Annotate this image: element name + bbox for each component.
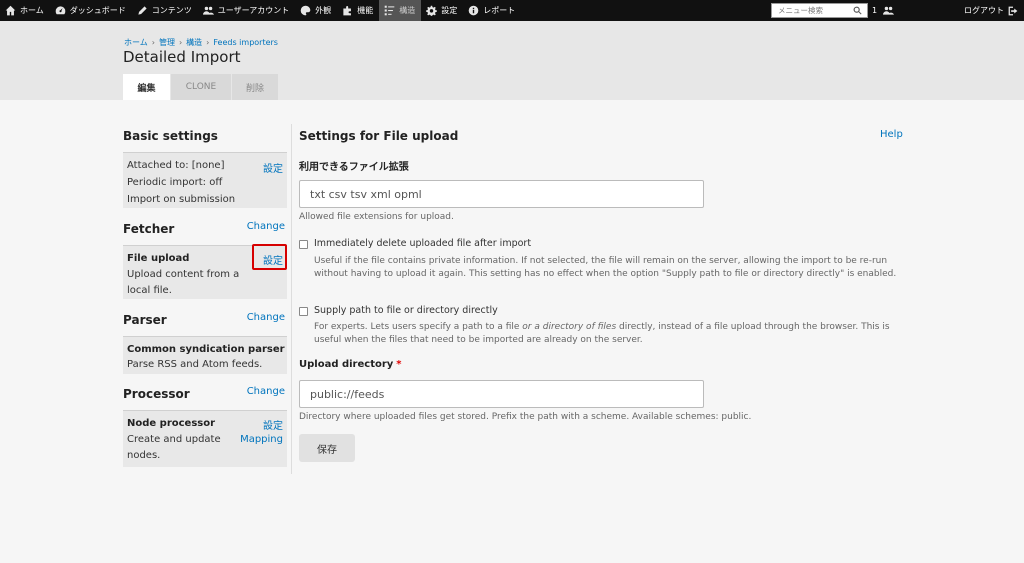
save-button[interactable]: 保存: [299, 434, 355, 462]
help-link[interactable]: Help: [880, 129, 903, 140]
toolbar-structure[interactable]: 構造: [379, 0, 422, 21]
breadcrumb-feeds-importers[interactable]: Feeds importers: [213, 38, 278, 47]
search-icon: [853, 6, 862, 15]
toolbar-reports[interactable]: レポート: [463, 0, 521, 21]
upload-directory-label: Upload directory *: [299, 359, 402, 370]
toolbar-config[interactable]: 設定: [421, 0, 463, 21]
admin-toolbar: ホーム ダッシュボード コンテンツ ユーザーアカウント 外観 機能 構造 設定 …: [0, 0, 1024, 21]
breadcrumb-separator: ›: [178, 38, 183, 47]
import-on-submission-text: Import on submission: [127, 194, 236, 205]
toolbar-content[interactable]: コンテンツ: [132, 0, 198, 21]
supply-path-checkbox[interactable]: [299, 307, 308, 316]
fetcher-change-link[interactable]: Change: [247, 221, 285, 232]
delete-after-import-checkbox[interactable]: [299, 240, 308, 249]
dashboard-icon: [55, 6, 66, 15]
toolbar-extend[interactable]: 機能: [337, 0, 379, 21]
breadcrumb-home[interactable]: ホーム: [124, 37, 148, 48]
fetcher-desc-line-1: Upload content from a: [127, 269, 240, 280]
basic-settings-box: Attached to: [none] Periodic import: off…: [123, 152, 287, 208]
gear-icon: [426, 5, 438, 16]
processor-title: Processor: [123, 387, 190, 401]
breadcrumb-structure[interactable]: 構造: [186, 37, 202, 48]
delete-after-import-label[interactable]: Immediately delete uploaded file after i…: [314, 238, 531, 249]
toolbar-appearance[interactable]: 外観: [295, 0, 337, 21]
processor-box: Node processor Create and update nodes. …: [123, 410, 287, 467]
primary-tabs: 編集 CLONE 削除: [123, 74, 279, 100]
toolbar-home[interactable]: ホーム: [0, 0, 50, 21]
upload-directory-description: Directory where uploaded files get store…: [299, 412, 752, 422]
fetcher-desc-line-2: local file.: [127, 285, 172, 296]
tab-delete[interactable]: 削除: [232, 74, 278, 100]
toolbar-users[interactable]: ユーザーアカウント: [198, 0, 296, 21]
extensions-label: 利用できるファイル拡張: [299, 162, 409, 173]
breadcrumb: ホーム › 管理 › 構造 › Feeds importers: [124, 37, 278, 48]
structure-icon: [384, 5, 395, 16]
extensions-input[interactable]: txt csv tsv xml opml: [299, 180, 704, 208]
extensions-description: Allowed file extensions for upload.: [299, 212, 454, 222]
parser-change-link[interactable]: Change: [247, 312, 285, 323]
upload-directory-input[interactable]: public://feeds: [299, 380, 704, 408]
supply-path-description: For experts. Lets users specify a path t…: [314, 322, 890, 345]
settings-title: Settings for File upload: [299, 129, 459, 143]
home-icon: [5, 5, 16, 16]
processor-desc-line-1: Create and update: [127, 434, 221, 445]
breadcrumb-admin[interactable]: 管理: [159, 37, 175, 48]
processor-settings-link[interactable]: 設定: [263, 417, 283, 432]
page-title: Detailed Import: [123, 48, 241, 66]
breadcrumb-separator: ›: [206, 38, 210, 47]
puzzle-icon: [343, 6, 352, 16]
attached-to-text: Attached to: [none]: [127, 160, 225, 171]
fetcher-title: Fetcher: [123, 222, 175, 236]
processor-mapping-link[interactable]: Mapping: [240, 434, 283, 445]
processor-desc-line-2: nodes.: [127, 450, 161, 461]
pencil-icon: [138, 6, 147, 15]
fetcher-name: File upload: [127, 253, 190, 264]
supply-path-label[interactable]: Supply path to file or directory directl…: [314, 305, 498, 316]
toolbar-user[interactable]: 1: [872, 0, 895, 21]
toolbar-dashboard[interactable]: ダッシュボード: [50, 0, 132, 21]
tab-clone[interactable]: CLONE: [171, 74, 231, 100]
required-marker: *: [396, 359, 402, 370]
menu-search-input[interactable]: メニュー検索: [772, 5, 853, 16]
palette-icon: [300, 5, 311, 16]
logout-link[interactable]: ログアウト: [964, 0, 1018, 21]
basic-settings-title: Basic settings: [123, 129, 218, 143]
parser-name: Common syndication parser: [127, 344, 285, 355]
parser-desc: Parse RSS and Atom feeds.: [127, 359, 263, 370]
users-icon: [883, 6, 895, 15]
highlight-box: [252, 244, 287, 270]
column-divider: [291, 124, 292, 474]
parser-title: Parser: [123, 313, 167, 327]
processor-change-link[interactable]: Change: [247, 386, 285, 397]
parser-box: Common syndication parser Parse RSS and …: [123, 336, 287, 374]
basic-settings-link[interactable]: 設定: [263, 160, 283, 175]
users-icon: [202, 6, 214, 15]
user-count: 1: [872, 6, 878, 15]
info-icon: [468, 5, 479, 16]
menu-search[interactable]: メニュー検索: [771, 3, 868, 18]
periodic-import-text: Periodic import: off: [127, 177, 223, 188]
page-header: ホーム › 管理 › 構造 › Feeds importers Detailed…: [0, 21, 1024, 100]
tab-edit[interactable]: 編集: [123, 74, 170, 100]
breadcrumb-separator: ›: [151, 38, 155, 47]
logout-icon: [1008, 6, 1018, 15]
processor-name: Node processor: [127, 418, 216, 429]
delete-after-import-description: Useful if the file contains private info…: [314, 256, 897, 279]
